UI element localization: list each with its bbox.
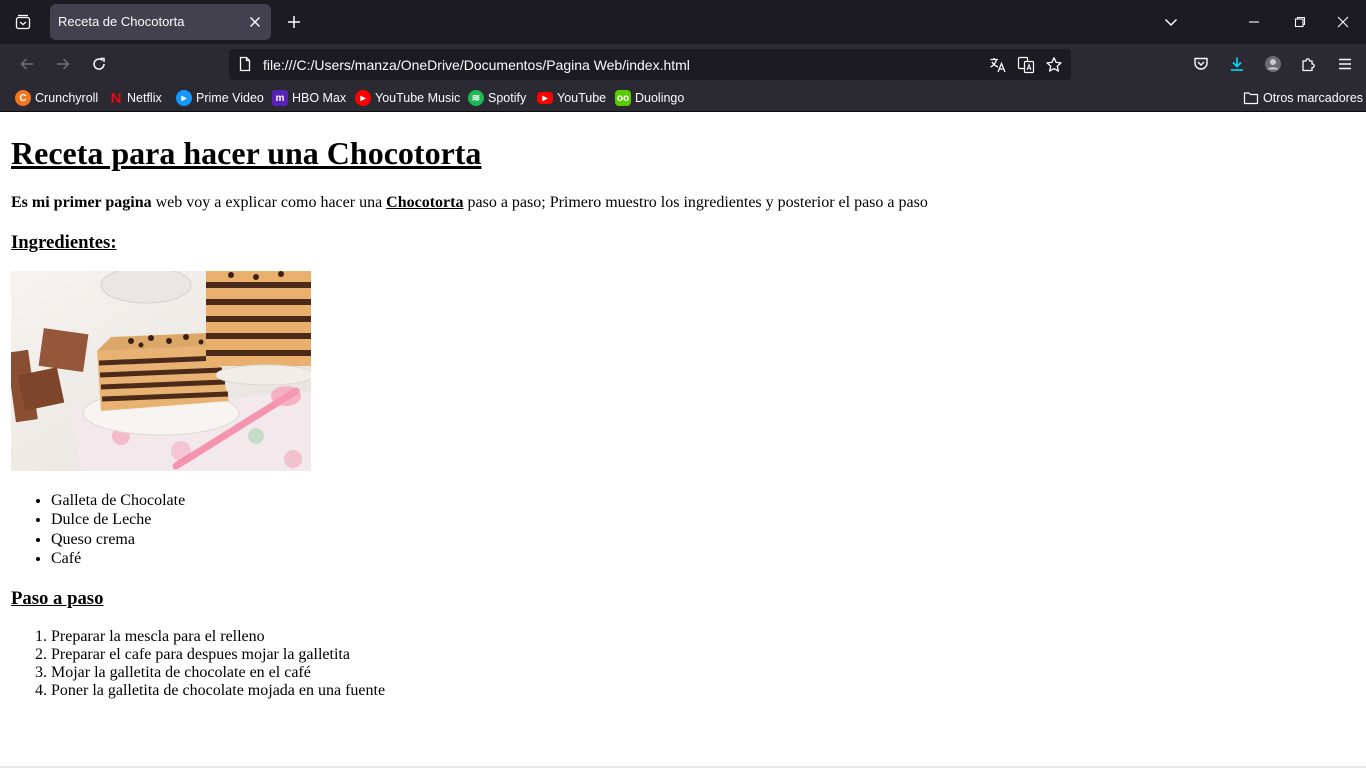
bookmark-label: Netflix (127, 91, 162, 105)
bookmark-label: Duolingo (635, 91, 685, 105)
app-menu-button[interactable] (1331, 50, 1359, 78)
ingredients-heading: Ingredientes: (11, 232, 117, 253)
arrow-right-icon (57, 58, 70, 70)
bookmark-crunchyroll[interactable]: C Crunchyroll (15, 89, 98, 107)
page-title: Receta para hacer una Chocotorta (11, 135, 482, 171)
list-item: Preparar la mescla para el relleno (51, 628, 385, 646)
chevron-down-icon (1164, 18, 1178, 27)
page-translation-button[interactable] (1015, 54, 1037, 76)
tab-close-button[interactable] (245, 12, 265, 32)
list-item: Poner la galletita de chocolate mojada e… (51, 682, 385, 700)
youtube-icon: ▸ (537, 92, 553, 104)
pocket-button[interactable] (1187, 50, 1215, 78)
intro-bold-text: Es mi primer pagina (11, 194, 152, 211)
restore-icon (1294, 16, 1306, 28)
netflix-icon: N (110, 89, 122, 107)
steps-heading: Paso a paso (11, 588, 104, 609)
bookmark-label: Spotify (488, 91, 527, 105)
spotify-icon: ≋ (468, 90, 484, 106)
crunchyroll-icon: C (15, 90, 31, 106)
restore-button[interactable] (1277, 0, 1323, 44)
steps-list: Preparar la mescla para el relleno Prepa… (11, 628, 385, 700)
list-item: Café (51, 549, 185, 568)
bookmark-duolingo[interactable]: oo Duolingo (615, 89, 684, 107)
chocotorta-image (11, 271, 311, 471)
tab-active[interactable]: Receta de Chocotorta (50, 4, 271, 40)
tab-title: Receta de Chocotorta (58, 14, 185, 29)
forward-button[interactable] (49, 50, 77, 78)
puzzle-icon (1302, 58, 1315, 72)
download-icon (1231, 57, 1243, 71)
list-item: Queso crema (51, 530, 185, 549)
bookmark-star-button[interactable] (1043, 54, 1065, 76)
close-window-button[interactable] (1320, 0, 1366, 44)
bookmark-prime-video[interactable]: ▸ Prime Video (176, 89, 264, 107)
youtube-music-icon: ▸ (355, 90, 371, 106)
arrow-left-icon (20, 58, 33, 70)
close-icon (250, 17, 260, 27)
list-item: Mojar la galletita de chocolate en el ca… (51, 664, 385, 682)
reload-icon (93, 57, 105, 70)
other-bookmarks-folder[interactable]: Otros marcadores (1243, 89, 1363, 107)
hamburger-menu-icon (1339, 58, 1351, 70)
ingredients-list: Galleta de Chocolate Dulce de Leche Ques… (11, 491, 185, 568)
address-bar[interactable]: file:///C:/Users/manza/OneDrive/Document… (229, 49, 1071, 80)
folder-icon (1243, 92, 1259, 105)
list-item: Preparar el cafe para despues mojar la g… (51, 646, 385, 664)
intro-paragraph: Es mi primer pagina web voy a explicar c… (11, 194, 928, 212)
intro-text: web voy a explicar como hacer una (151, 194, 387, 211)
minimize-button[interactable] (1231, 0, 1277, 44)
tab-strip: Receta de Chocotorta (0, 0, 1366, 44)
reload-button[interactable] (85, 50, 113, 78)
bookmark-netflix[interactable]: N Netflix (109, 89, 162, 107)
url-text[interactable]: file:///C:/Users/manza/OneDrive/Document… (263, 57, 690, 73)
bookmark-label: YouTube Music (375, 91, 461, 105)
bookmark-spotify[interactable]: ≋ Spotify (468, 89, 526, 107)
back-button[interactable] (13, 50, 41, 78)
bookmark-label: Crunchyroll (35, 91, 99, 105)
translate-button[interactable] (987, 54, 1009, 76)
tab-manager-icon (15, 14, 31, 30)
chocotorta-link[interactable]: Chocotorta (386, 194, 463, 211)
page-content: Receta para hacer una Chocotorta Es mi p… (0, 113, 1366, 768)
prime-video-icon: ▸ (176, 90, 192, 106)
other-bookmarks-label: Otros marcadores (1263, 91, 1364, 105)
downloads-button[interactable] (1223, 50, 1251, 78)
extensions-button[interactable] (1295, 50, 1323, 78)
account-button[interactable] (1259, 50, 1287, 78)
list-item: Galleta de Chocolate (51, 491, 185, 510)
hbo-max-icon: m (272, 90, 288, 106)
translate-icon (990, 58, 1006, 73)
bookmark-hbo-max[interactable]: m HBO Max (272, 89, 346, 107)
intro-text: paso a paso; Primero muestro los ingredi… (463, 194, 928, 211)
language-icon (1017, 56, 1035, 74)
bookmark-label: HBO Max (292, 91, 347, 105)
plus-icon (288, 16, 300, 28)
page-icon (239, 56, 251, 72)
bookmarks-toolbar: C Crunchyroll N Netflix ▸ Prime Video m … (0, 84, 1366, 112)
bookmark-label: YouTube (557, 91, 607, 105)
pocket-icon (1194, 57, 1208, 70)
bookmark-label: Prime Video (196, 91, 264, 105)
minimize-icon (1249, 21, 1259, 23)
bookmark-youtube-music[interactable]: ▸ YouTube Music (355, 89, 460, 107)
close-icon (1337, 16, 1349, 28)
list-item: Dulce de Leche (51, 510, 185, 529)
star-icon (1046, 57, 1062, 72)
bookmark-youtube[interactable]: ▸ YouTube (537, 89, 606, 107)
list-all-tabs-button[interactable] (9, 8, 37, 36)
new-tab-button[interactable] (280, 8, 308, 36)
navigation-toolbar: file:///C:/Users/manza/OneDrive/Document… (0, 44, 1366, 84)
tab-overflow-button[interactable] (1157, 8, 1185, 36)
chocotorta-photo (11, 271, 311, 471)
duolingo-icon: oo (615, 90, 631, 106)
avatar-icon (1265, 56, 1281, 72)
